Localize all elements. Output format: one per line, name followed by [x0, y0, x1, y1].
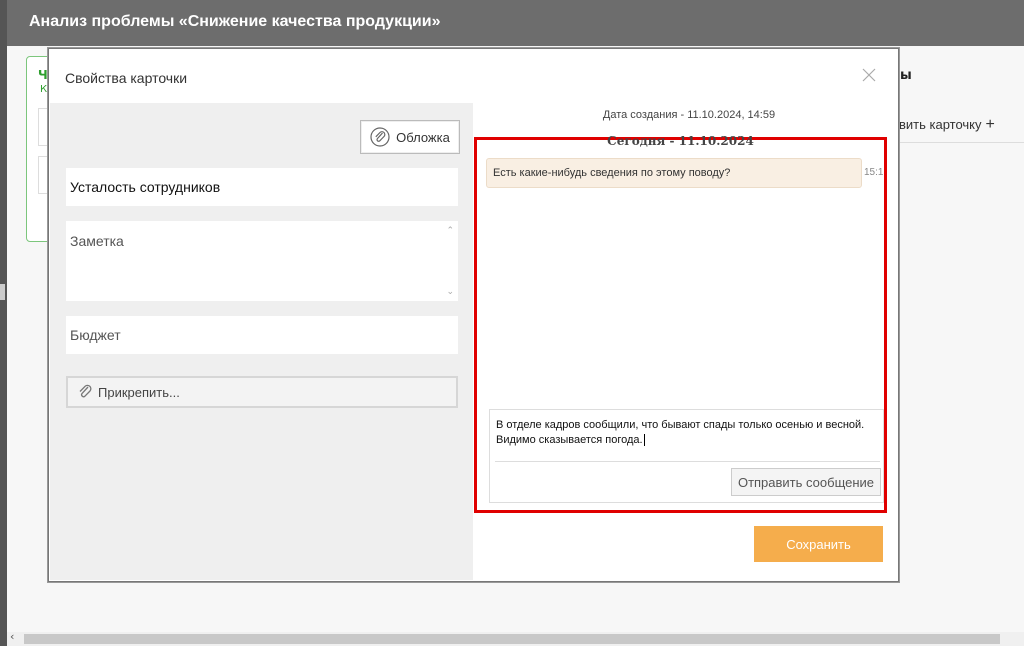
horizontal-scrollbar[interactable]: ‹ [7, 630, 1024, 646]
plus-icon: + [985, 116, 995, 133]
message-input-text: В отделе кадров сообщили, что бывают спа… [496, 419, 865, 446]
column-title-fragment: Ч [38, 68, 48, 82]
scroll-down-icon[interactable]: ⌄ [446, 286, 454, 297]
scroll-left-icon[interactable]: ‹ [10, 630, 14, 643]
save-button[interactable]: Сохранить [754, 526, 883, 562]
chat-message: Есть какие-нибудь сведения по этому пово… [486, 158, 862, 188]
close-icon[interactable] [861, 67, 877, 83]
card-properties-dialog: Свойства карточки Обложка Усталость сотр… [48, 48, 899, 582]
card-title-input[interactable]: Усталость сотрудников [66, 168, 458, 206]
creation-date: Дата создания - 11.10.2024, 14:59 [602, 109, 776, 121]
cover-button[interactable]: Обложка [360, 120, 460, 154]
paperclip-icon [79, 384, 92, 398]
send-message-button[interactable]: Отправить сообщение [731, 468, 881, 496]
note-textarea[interactable]: Заметка ⌃ ⌄ [66, 221, 458, 301]
message-compose-box[interactable]: В отделе кадров сообщили, что бывают спа… [489, 409, 884, 503]
dialog-title: Свойства карточки [65, 70, 188, 86]
add-card-button[interactable]: вить карточку + [899, 116, 995, 134]
attach-button-label: Прикрепить... [98, 384, 180, 400]
scrollbar-thumb[interactable] [24, 634, 1000, 644]
edge-marker [0, 284, 5, 300]
message-timestamp: 15:13 [864, 167, 884, 178]
page-title: Анализ проблемы «Снижение качества проду… [29, 13, 441, 30]
message-input[interactable]: В отделе кадров сообщили, что бывают спа… [496, 418, 881, 448]
compose-divider [495, 461, 880, 462]
left-rail [0, 0, 7, 646]
card-details-pane: Обложка Усталость сотрудников Заметка ⌃ … [50, 103, 473, 580]
text-caret [643, 434, 645, 447]
column-subtitle-fragment: К [40, 84, 48, 95]
scroll-up-icon[interactable]: ⌃ [446, 225, 454, 236]
paperclip-icon [370, 127, 390, 147]
budget-input[interactable]: Бюджет [66, 316, 458, 354]
comments-panel: Сегодня - 11.10.2024 Есть какие-нибудь с… [474, 134, 887, 513]
date-separator: Сегодня - 11.10.2024 [607, 134, 754, 148]
column-title-fragment: ы [900, 68, 912, 83]
add-card-label: вить карточку [899, 117, 982, 132]
cover-button-label: Обложка [396, 129, 450, 145]
app-header: Анализ проблемы «Снижение качества проду… [7, 0, 1024, 46]
attach-button[interactable]: Прикрепить... [66, 376, 458, 408]
column-divider [896, 142, 1024, 143]
note-placeholder: Заметка [70, 233, 124, 249]
